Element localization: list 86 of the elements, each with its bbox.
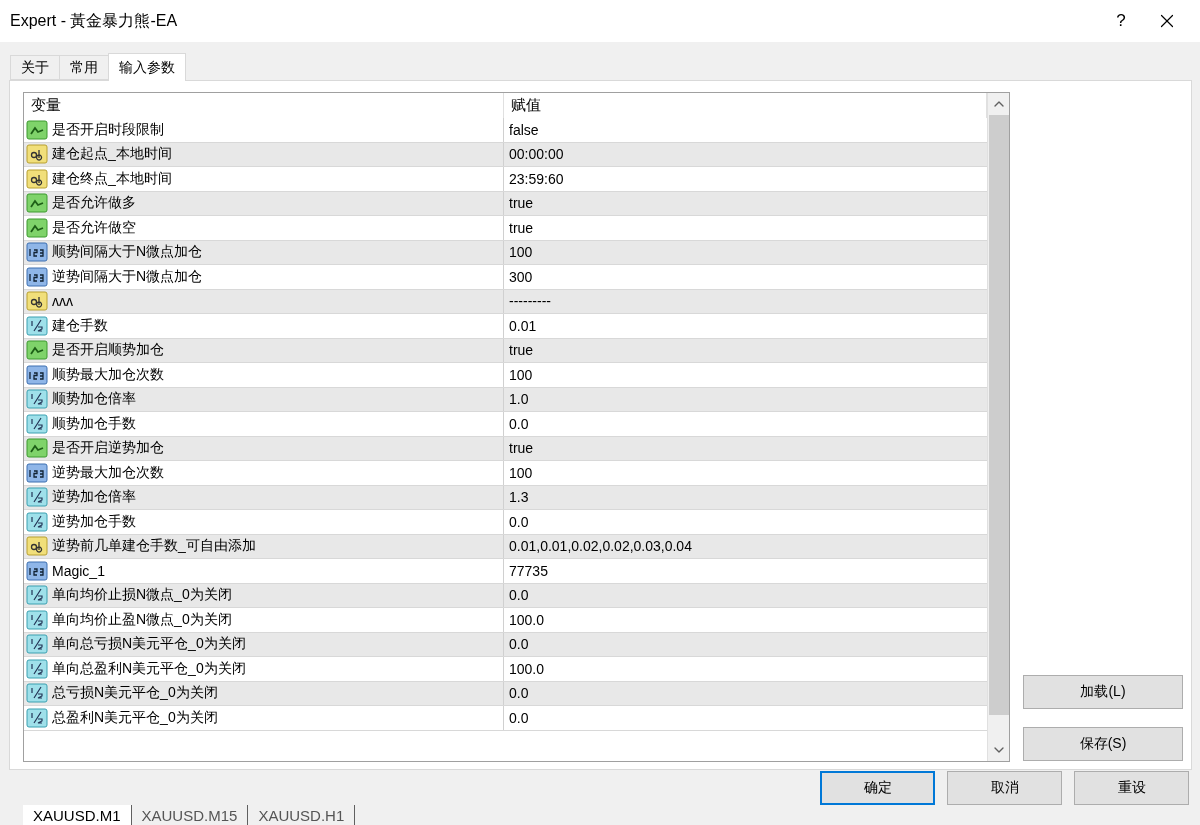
parameter-value[interactable]: 0.01,0.01,0.02,0.02,0.03,0.04 [504, 534, 987, 558]
chart-tab[interactable]: XAUUSD.M1 [23, 805, 132, 825]
parameter-value[interactable]: 100.0 [504, 608, 987, 632]
fraction-icon [26, 389, 48, 410]
parameter-value[interactable]: true [504, 436, 987, 460]
parameter-value[interactable]: 23:59:60 [504, 167, 987, 191]
dialog-button[interactable]: 取消 [947, 771, 1062, 805]
parameter-value[interactable]: 0.0 [504, 681, 987, 705]
parameter-value[interactable]: 0.0 [504, 412, 987, 436]
integer-icon [26, 462, 48, 483]
parameter-value[interactable]: true [504, 338, 987, 362]
string-icon [26, 291, 48, 312]
boolean-icon [26, 217, 48, 238]
parameter-value[interactable]: 0.01 [504, 314, 987, 338]
parameter-name: 顺势加仓倍率 [52, 390, 136, 409]
parameter-value[interactable]: 00:00:00 [504, 142, 987, 166]
integer-icon [26, 364, 48, 385]
side-button[interactable]: 加载(L) [1023, 675, 1183, 709]
parameter-name: 单向总亏损N美元平仓_0为关闭 [52, 635, 246, 654]
parameter-value[interactable]: true [504, 191, 987, 215]
parameter-name: 是否允许做空 [52, 218, 136, 237]
parameter-value[interactable]: 100 [504, 240, 987, 264]
parameter-value[interactable]: 100 [504, 363, 987, 387]
parameter-value[interactable]: --------- [504, 289, 987, 313]
parameter-value[interactable]: 300 [504, 265, 987, 289]
parameter-value[interactable]: 1.0 [504, 387, 987, 411]
fraction-icon [26, 315, 48, 336]
parameter-name: ʌʌʌ [52, 293, 73, 310]
fraction-icon [26, 609, 48, 630]
parameter-value[interactable]: 0.0 [504, 632, 987, 656]
parameter-name: 总盈利N美元平仓_0为关闭 [52, 708, 218, 727]
parameter-name: 是否开启逆势加仓 [52, 439, 164, 458]
parameter-value[interactable]: 100 [504, 461, 987, 485]
fraction-icon [26, 683, 48, 704]
dialog-button[interactable]: 确定 [820, 771, 935, 805]
parameter-name: 逆势加仓倍率 [52, 488, 136, 507]
parameter-value[interactable]: 1.3 [504, 485, 987, 509]
side-button[interactable]: 保存(S) [1023, 727, 1183, 761]
parameter-value[interactable]: 100.0 [504, 657, 987, 681]
integer-icon [26, 242, 48, 263]
parameter-value[interactable]: true [504, 216, 987, 240]
fraction-icon [26, 585, 48, 606]
fraction-icon [26, 634, 48, 655]
parameter-name: 是否开启时段限制 [52, 120, 164, 139]
boolean-icon [26, 193, 48, 214]
parameter-name: 单向均价止损N微点_0为关闭 [52, 586, 232, 605]
string-icon [26, 536, 48, 557]
parameter-name: 是否允许做多 [52, 194, 136, 213]
help-button[interactable]: ? [1098, 5, 1144, 37]
tab[interactable]: 关于 [10, 55, 60, 80]
boolean-icon [26, 340, 48, 361]
tab[interactable]: 常用 [59, 55, 109, 80]
parameter-value[interactable]: 77735 [504, 559, 987, 583]
tab[interactable]: 输入参数 [108, 53, 186, 81]
parameter-name: 顺势间隔大于N微点加仓 [52, 243, 203, 262]
parameter-name: 是否开启顺势加仓 [52, 341, 164, 360]
parameter-name: 顺势加仓手数 [52, 414, 136, 433]
parameter-name: 总亏损N美元平仓_0为关闭 [52, 684, 218, 703]
fraction-icon [26, 707, 48, 728]
parameter-name: 建仓起点_本地时间 [52, 145, 172, 164]
parameter-name: 建仓手数 [52, 316, 108, 335]
fraction-icon [26, 413, 48, 434]
string-icon [26, 144, 48, 165]
parameter-name: 建仓终点_本地时间 [52, 169, 172, 188]
parameter-name: 顺势最大加仓次数 [52, 365, 164, 384]
parameter-name: 逆势加仓手数 [52, 512, 136, 531]
boolean-icon [26, 119, 48, 140]
integer-icon [26, 560, 48, 581]
parameter-value[interactable]: 0.0 [504, 583, 987, 607]
parameter-value[interactable]: 0.0 [504, 706, 987, 730]
parameter-value[interactable]: false [504, 118, 987, 142]
dialog-button[interactable]: 重设 [1074, 771, 1189, 805]
parameter-name: 逆势最大加仓次数 [52, 463, 164, 482]
parameter-name: 单向均价止盈N微点_0为关闭 [52, 610, 232, 629]
parameter-name: 单向总盈利N美元平仓_0为关闭 [52, 659, 246, 678]
string-icon [26, 168, 48, 189]
parameter-name: 逆势前几单建仓手数_可自由添加 [52, 537, 256, 556]
parameter-name: Magic_1 [52, 562, 105, 579]
boolean-icon [26, 438, 48, 459]
fraction-icon [26, 658, 48, 679]
fraction-icon [26, 487, 48, 508]
integer-icon [26, 266, 48, 287]
parameter-name: 逆势间隔大于N微点加仓 [52, 267, 203, 286]
fraction-icon [26, 511, 48, 532]
parameter-value[interactable]: 0.0 [504, 510, 987, 534]
window-title: Expert - 黃金暴力熊-EA [10, 10, 179, 31]
